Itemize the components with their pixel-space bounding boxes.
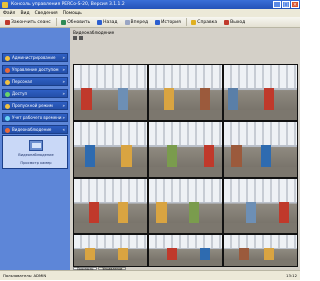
logout-icon xyxy=(5,19,10,25)
content-title: Видеонаблюдение xyxy=(73,30,115,35)
toolbar: Закончить сеанс Обновить Назад Вперед Ис… xyxy=(0,17,300,28)
status-bar: Пользователь: ADMIN 13:12 xyxy=(0,270,300,280)
camera-view-6[interactable] xyxy=(223,121,298,178)
chevron-icon: » xyxy=(62,55,65,60)
time-tracking-icon xyxy=(5,115,10,121)
exit-icon xyxy=(224,19,230,25)
camera-grid xyxy=(73,64,298,267)
window-controls: _ □ × xyxy=(273,1,299,8)
back-arrow-icon xyxy=(97,19,103,25)
chevron-icon: » xyxy=(62,79,65,84)
sidebar-item-access[interactable]: Доступ» xyxy=(2,89,68,98)
toolbar-separator xyxy=(55,18,57,26)
forward-button[interactable]: Вперед xyxy=(123,19,151,25)
pass-mode-icon xyxy=(5,103,10,109)
sidebar-item-administration[interactable]: Администрирование» xyxy=(2,53,68,62)
help-button[interactable]: Справка xyxy=(189,19,219,25)
camera-view-10[interactable] xyxy=(73,234,148,267)
main-content: Видеонаблюдение Просмотр Управление xyxy=(70,28,300,271)
chevron-icon: » xyxy=(62,67,65,72)
panel-label-video[interactable]: Видеонаблюдение xyxy=(3,153,69,157)
menu-view[interactable]: Вид xyxy=(20,11,29,16)
personnel-icon xyxy=(5,79,10,85)
access-control-icon xyxy=(5,67,10,73)
camera-view-9[interactable] xyxy=(223,178,298,234)
camera-view-8[interactable] xyxy=(148,178,223,234)
sidebar: Администрирование» Управление доступом» … xyxy=(0,28,70,270)
exit-button[interactable]: Выход xyxy=(222,19,247,25)
history-button[interactable]: История xyxy=(153,19,183,25)
back-button[interactable]: Назад xyxy=(95,19,119,25)
chevron-up-icon: « xyxy=(62,127,65,132)
status-user: Пользователь: ADMIN xyxy=(3,273,47,278)
title-bar: Консоль управления PERCo-S-20, Версия 3.… xyxy=(0,0,300,9)
menu-info[interactable]: Сведения xyxy=(35,11,58,16)
minimize-button[interactable]: _ xyxy=(273,1,281,8)
chevron-icon: » xyxy=(62,103,65,108)
window-title: Консоль управления PERCo-S-20, Версия 3.… xyxy=(11,2,125,7)
camera-view-4[interactable] xyxy=(73,121,148,178)
menu-file[interactable]: Файл xyxy=(3,11,15,16)
toolbar-separator xyxy=(185,18,187,26)
video-surveillance-panel: Видеонаблюдение Просмотр камер xyxy=(2,135,68,169)
camera-view-3[interactable] xyxy=(223,64,298,121)
sidebar-item-time-tracking[interactable]: Учет рабочего времени» xyxy=(2,113,68,122)
menu-bar: Файл Вид Сведения Помощь xyxy=(0,9,300,17)
app-icon xyxy=(2,1,8,8)
chevron-icon: » xyxy=(62,115,65,120)
camera-view-12[interactable] xyxy=(223,234,298,267)
menu-help[interactable]: Помощь xyxy=(63,11,82,16)
camera-view-2[interactable] xyxy=(148,64,223,121)
camera-view-1[interactable] xyxy=(73,64,148,121)
history-icon xyxy=(155,19,161,25)
video-surveillance-icon xyxy=(5,127,10,133)
sidebar-item-pass-mode[interactable]: Пропускной режим» xyxy=(2,101,68,110)
sidebar-item-video-surveillance[interactable]: Видеонаблюдение « xyxy=(2,125,68,134)
close-button[interactable]: × xyxy=(291,1,299,8)
administration-icon xyxy=(5,55,10,61)
camera-view-11[interactable] xyxy=(148,234,223,267)
sidebar-item-access-control[interactable]: Управление доступом» xyxy=(2,65,68,74)
sidebar-item-personnel[interactable]: Персонал» xyxy=(2,77,68,86)
panel-label-view-cameras[interactable]: Просмотр камер xyxy=(3,161,69,165)
layout-icon[interactable] xyxy=(73,36,77,40)
help-icon xyxy=(191,19,197,25)
forward-arrow-icon xyxy=(124,19,130,25)
refresh-button[interactable]: Обновить xyxy=(59,19,92,25)
settings-icon[interactable] xyxy=(79,36,83,40)
camera-view-5[interactable] xyxy=(148,121,223,178)
access-icon xyxy=(5,91,10,97)
monitor-icon[interactable] xyxy=(29,140,43,151)
chevron-icon: » xyxy=(62,91,65,96)
end-session-button[interactable]: Закончить сеанс xyxy=(3,19,53,25)
camera-view-7[interactable] xyxy=(73,178,148,234)
refresh-icon xyxy=(61,19,67,25)
maximize-button[interactable]: □ xyxy=(282,1,290,8)
content-toolbar xyxy=(73,36,83,40)
